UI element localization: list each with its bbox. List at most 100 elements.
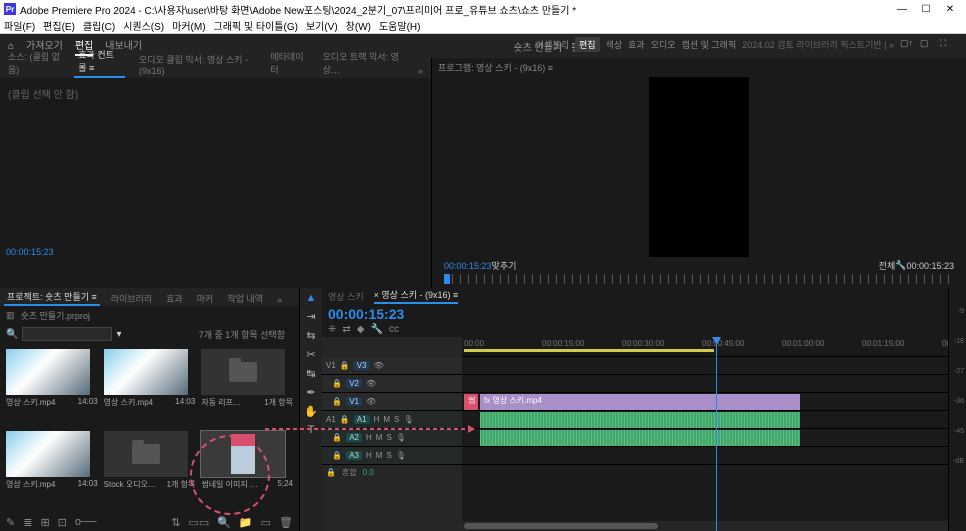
menu-file[interactable]: 파일(F) — [4, 18, 35, 33]
type-tool-icon[interactable]: T — [308, 424, 315, 436]
tab-history[interactable]: 작업 내역 — [224, 291, 266, 306]
ws-extra[interactable]: 2024.02 검토 라이브러리 픽스트기반 | » — [742, 38, 894, 51]
track-v1[interactable]: 🔒V1👁 — [322, 393, 462, 411]
program-zoom[interactable]: 전체 — [879, 259, 896, 272]
track-a3[interactable]: 🔒A3HMS🎙 — [322, 447, 462, 465]
project-item[interactable]: 자동 리프…1개 항목 — [201, 349, 293, 425]
program-timecode[interactable]: 00:00:15:23 — [444, 261, 492, 271]
clip-video[interactable]: fx 영상 스키.mp4 — [480, 394, 800, 410]
timeline-tools: ▲ ⇥ ⇆ ✂ ↹ ✒ ✋ T — [300, 288, 322, 531]
export-icon[interactable]: ▢↑ — [900, 38, 914, 52]
trash-icon[interactable]: 🗑 — [279, 516, 293, 529]
menu-view[interactable]: 보기(V) — [306, 18, 338, 33]
program-fit[interactable]: 맞추기 — [492, 259, 517, 272]
clip-image[interactable]: 썸 — [464, 394, 478, 410]
wrench-icon[interactable]: 🔧 — [895, 260, 906, 271]
list-view-icon[interactable]: ≣ — [23, 516, 32, 529]
marker-icon[interactable]: ◆ — [357, 324, 365, 335]
tab-overflow[interactable]: » — [414, 64, 427, 78]
rw-icon[interactable]: ✎ — [6, 516, 15, 529]
clip-audio-a1[interactable] — [480, 412, 800, 428]
program-ruler[interactable] — [444, 274, 954, 284]
bin-icon[interactable]: ▥ — [6, 310, 15, 321]
auto-seq-icon[interactable]: ▭▭ — [188, 516, 209, 529]
tab-source[interactable]: 소스: (클립 없음) — [4, 48, 64, 78]
playhead[interactable] — [716, 337, 717, 531]
linked-sel-icon[interactable]: ⇄ — [342, 324, 350, 335]
tab-audio-clip-mixer[interactable]: 오디오 클립 믹서: 영상 스키 - (9x16) — [135, 51, 256, 78]
sequence-tab[interactable]: × 영상 스키 - (9x16) ≡ — [374, 288, 459, 304]
project-item[interactable]: Stock 오디오…1개 항목 — [104, 431, 196, 507]
source-timecode[interactable]: 00:00:15:23 — [6, 247, 54, 257]
clip-audio-a2[interactable] — [480, 430, 800, 446]
minimize-button[interactable]: — — [890, 4, 914, 15]
audio-meter[interactable]: -9 -18 -27 -36 -45 -dB — [948, 288, 966, 531]
project-item[interactable]: 영상 스키.mp414:03 — [6, 431, 98, 507]
icon-view-icon[interactable]: ⊞ — [40, 516, 49, 529]
menu-edit[interactable]: 편집(E) — [43, 18, 75, 33]
project-grid[interactable]: 영상 스키.mp414:03 영상 스키.mp414:03 자동 리프…1개 항… — [0, 343, 299, 513]
slip-tool-icon[interactable]: ↹ — [306, 367, 315, 380]
track-v2[interactable]: 🔒V2👁 — [322, 375, 462, 393]
timeline-ruler-area[interactable]: 00:00 00:00:15:00 00:00:30:00 00:00:45:0… — [462, 337, 948, 531]
project-item[interactable]: 영상 스키.mp414:03 — [104, 349, 196, 425]
timeline-ruler[interactable]: 00:00 00:00:15:00 00:00:30:00 00:00:45:0… — [462, 337, 948, 357]
fullscreen-icon[interactable]: ⛶ — [940, 38, 954, 52]
program-monitor[interactable] — [432, 77, 966, 257]
menu-sequence[interactable]: 시퀀스(S) — [123, 18, 164, 33]
program-header[interactable]: 프로그램: 영상 스키 - (9x16) ≡ — [432, 58, 966, 77]
track-v3[interactable]: V1🔒V3👁 — [322, 357, 462, 375]
maximize-button[interactable]: ☐ — [914, 4, 938, 15]
titlebar: Pr Adobe Premiere Pro 2024 - C:\사용자\user… — [0, 0, 966, 18]
project-item-selected[interactable]: 썸네일 이미지 …5;24 — [201, 431, 293, 507]
new-item-icon[interactable]: ▭ — [261, 516, 271, 529]
search-icon[interactable]: 🔍 — [6, 329, 18, 340]
track-a2[interactable]: 🔒A2HMS🎙 — [322, 429, 462, 447]
filter-icon[interactable]: ▾ — [116, 329, 121, 340]
selection-tool-icon[interactable]: ▲ — [306, 292, 317, 304]
menu-window[interactable]: 창(W) — [346, 18, 371, 33]
tab-effect-controls[interactable]: 효과 컨트롤 ≡ — [74, 46, 125, 78]
timeline-zoom-scrollbar[interactable] — [462, 521, 948, 531]
close-button[interactable]: ✕ — [938, 4, 962, 15]
cc-icon[interactable]: cc — [389, 324, 399, 335]
freeform-icon[interactable]: ⊡ — [58, 516, 67, 529]
ws-assembly[interactable]: 어셈블리 — [536, 38, 569, 51]
menu-graphics[interactable]: 그래픽 및 타이틀(G) — [214, 18, 298, 33]
seq-label[interactable]: 영상 스키 — [328, 290, 364, 303]
track-select-tool-icon[interactable]: ⇥ — [306, 310, 315, 323]
ripple-tool-icon[interactable]: ⇆ — [306, 329, 315, 342]
menu-marker[interactable]: 마커(M) — [172, 18, 205, 33]
new-bin-icon[interactable]: 📁 — [239, 516, 253, 529]
menu-clip[interactable]: 클립(C) — [83, 18, 115, 33]
find-icon[interactable]: 🔍 — [217, 516, 231, 529]
ws-captions[interactable]: 캡션 및 그래픽 — [682, 38, 737, 51]
pen-tool-icon[interactable]: ✒ — [306, 386, 315, 399]
tab-libraries[interactable]: 라이브러리 — [108, 291, 155, 306]
sort-icon[interactable]: ⇅ — [171, 516, 180, 529]
audio-master[interactable]: 🔒혼합0.0 — [322, 465, 462, 479]
ws-audio[interactable]: 오디오 — [651, 38, 676, 51]
settings-icon[interactable]: 🔧 — [370, 324, 382, 335]
project-item[interactable]: 영상 스키.mp414:03 — [6, 349, 98, 425]
ws-effects[interactable]: 효과 — [628, 38, 645, 51]
tab-project[interactable]: 프로젝트: 숏츠 만들기 ≡ — [4, 289, 100, 306]
tab-metadata[interactable]: 메타데이터 — [266, 48, 308, 78]
zoom-slider[interactable]: o── — [75, 516, 97, 528]
ws-color[interactable]: 색상 — [606, 38, 623, 51]
tab-markers[interactable]: 마커 — [194, 291, 217, 306]
razor-tool-icon[interactable]: ✂ — [306, 348, 315, 361]
clip-fx-icon: fx — [484, 396, 490, 405]
tab-audio-track-mixer[interactable]: 오디오 트랙 믹서: 영상… — [319, 48, 404, 78]
quick-export-icon[interactable]: ▢ — [920, 38, 934, 52]
work-area[interactable] — [464, 349, 714, 352]
tab-overflow[interactable]: » — [274, 294, 285, 306]
timeline-timecode[interactable]: 00:00:15:23 — [328, 306, 942, 322]
hand-tool-icon[interactable]: ✋ — [304, 405, 318, 418]
snap-icon[interactable]: ⁜ — [328, 324, 336, 335]
search-input[interactable] — [22, 327, 112, 341]
menu-help[interactable]: 도움말(H) — [379, 18, 420, 33]
track-a1[interactable]: A1🔒A1HMS🎙 — [322, 411, 462, 429]
tab-effects[interactable]: 효과 — [163, 291, 186, 306]
ws-edit[interactable]: 편집 — [575, 37, 600, 52]
